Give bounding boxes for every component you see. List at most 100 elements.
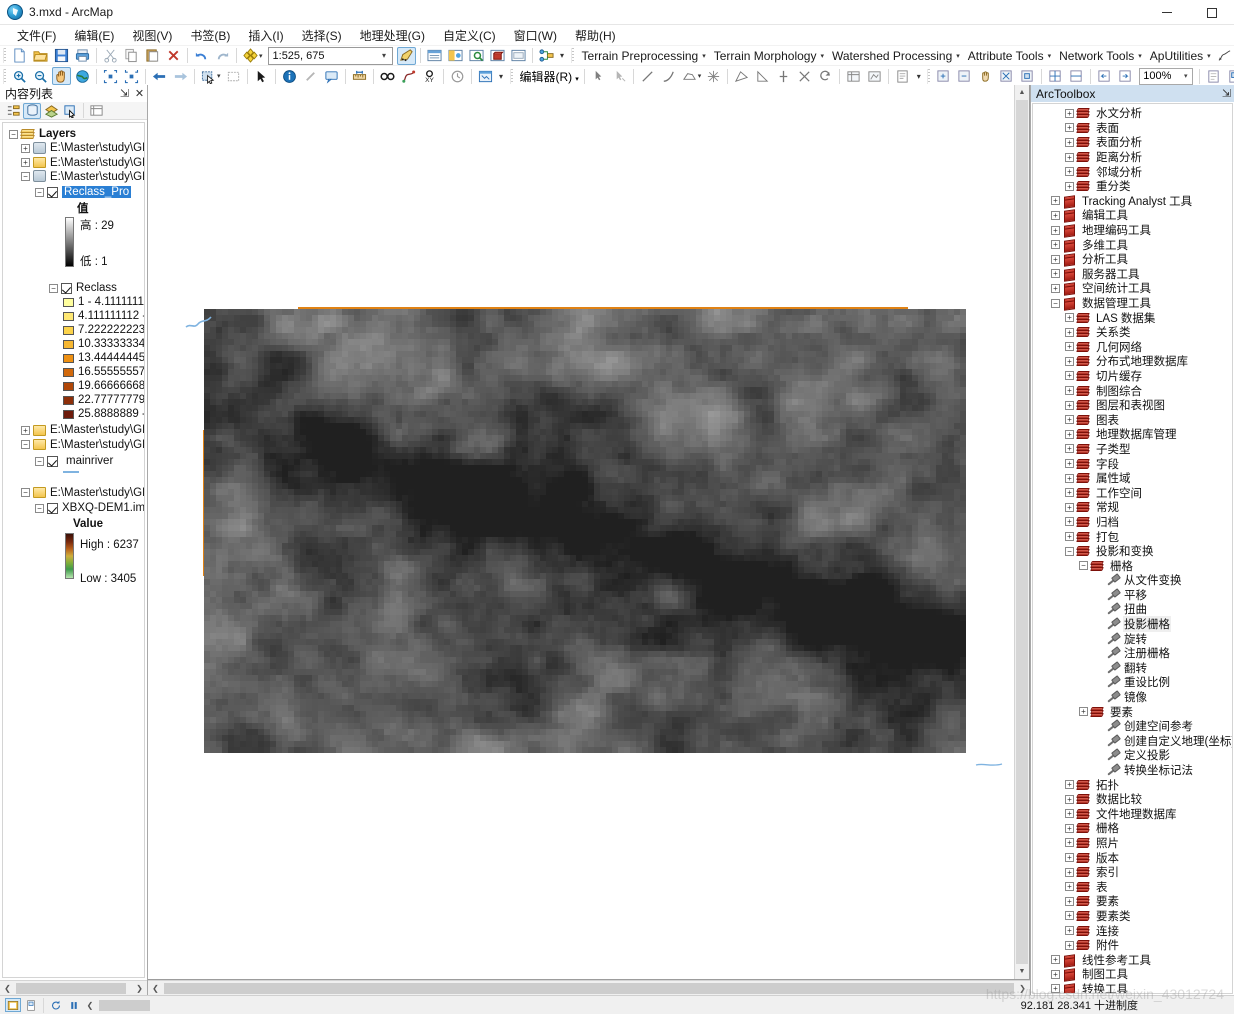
- toolbox-tree-item[interactable]: 从文件变换: [1033, 573, 1232, 588]
- toc-item-group-1[interactable]: + E:\Master\study\GIS\结: [3, 155, 144, 169]
- expander-icon[interactable]: −: [35, 187, 44, 197]
- toolbox-tree-item[interactable]: + 表面: [1033, 121, 1232, 136]
- split-button[interactable]: [774, 67, 793, 85]
- expander-icon[interactable]: +: [1051, 269, 1060, 279]
- toolbox-tree-item[interactable]: 扭曲: [1033, 602, 1232, 617]
- html-popup-button[interactable]: [322, 67, 341, 85]
- toolbox-tree-item[interactable]: + 附件: [1033, 938, 1232, 953]
- edit-tool-button[interactable]: [589, 67, 608, 85]
- dataframe-scrollbar-thumb[interactable]: [99, 999, 150, 1011]
- toolbox-tree-item[interactable]: + 编辑工具: [1033, 208, 1232, 224]
- toolbox-tree-item[interactable]: + 连接: [1033, 923, 1232, 938]
- toolbox-tree-item[interactable]: 镜像: [1033, 690, 1232, 705]
- expander-icon[interactable]: +: [1065, 853, 1074, 863]
- expander-icon[interactable]: +: [1051, 969, 1060, 979]
- layer-visibility-checkbox[interactable]: [47, 502, 58, 514]
- toolbox-tree-item[interactable]: 翻转: [1033, 661, 1232, 676]
- chevron-down-icon[interactable]: ▾: [377, 48, 392, 64]
- add-data-button[interactable]: [241, 47, 260, 65]
- menu-bookmarks[interactable]: 书签(B): [181, 25, 239, 46]
- map-horizontal-scrollbar[interactable]: ❮ ❯: [148, 980, 1030, 995]
- expander-icon[interactable]: +: [1065, 502, 1074, 512]
- menu-help[interactable]: 帮助(H): [566, 25, 625, 46]
- expander-icon[interactable]: +: [1051, 240, 1060, 250]
- data-view-button[interactable]: [5, 998, 21, 1012]
- expander-icon[interactable]: +: [1065, 488, 1074, 498]
- layout-zoom-out-button[interactable]: [955, 67, 974, 85]
- toolbox-tree-item[interactable]: + 数据比较: [1033, 792, 1232, 807]
- save-button[interactable]: [52, 47, 71, 65]
- expander-icon[interactable]: +: [1065, 867, 1074, 877]
- expander-icon[interactable]: +: [1065, 794, 1074, 804]
- cut-button[interactable]: [101, 47, 120, 65]
- expander-icon[interactable]: +: [1065, 459, 1074, 469]
- zoom-out-button[interactable]: [31, 67, 50, 85]
- toolbox-tree-item[interactable]: 旋转: [1033, 631, 1232, 646]
- arctoolbox-tree[interactable]: + 水文分析 + 表面 + 表面分析 + 距离分析 + 邻域分析 + 重分类 + Tracking Ana…: [1032, 103, 1233, 994]
- focus-data-frame-button[interactable]: [1225, 67, 1234, 85]
- toc-item-group-river[interactable]: − E:\Master\study\GIS\结: [3, 437, 144, 451]
- go-to-xy-button[interactable]: XY: [420, 67, 439, 85]
- expander-icon[interactable]: +: [1065, 473, 1074, 483]
- expander-icon[interactable]: +: [1051, 196, 1060, 206]
- expander-icon[interactable]: +: [1065, 327, 1074, 337]
- toc-layer-mainriver[interactable]: − mainriver: [3, 454, 144, 468]
- open-map-button[interactable]: [31, 47, 50, 65]
- toolbox-tree-item[interactable]: − 投影和变换: [1033, 544, 1232, 559]
- toolbox-tree-item[interactable]: + 图表: [1033, 412, 1232, 427]
- toolbox-tree-item[interactable]: 投影栅格: [1033, 616, 1232, 633]
- full-extent-button[interactable]: [73, 67, 92, 85]
- search-button[interactable]: [467, 47, 486, 65]
- identify-button[interactable]: [280, 67, 299, 85]
- measure-button[interactable]: [350, 67, 369, 85]
- editor-overflow-button[interactable]: ▾: [913, 67, 924, 85]
- toolbox-tree-item[interactable]: + 要素: [1033, 894, 1232, 909]
- toolbar-grip[interactable]: [3, 68, 6, 84]
- tools-overflow-button[interactable]: ▾: [496, 67, 507, 85]
- menu-window[interactable]: 窗口(W): [505, 25, 566, 46]
- toolbox-tree-item[interactable]: 平移: [1033, 588, 1232, 603]
- expander-icon[interactable]: −: [9, 129, 18, 139]
- layer-visibility-checkbox[interactable]: [61, 282, 72, 294]
- toc-layer-reclass[interactable]: − Reclass: [3, 281, 144, 295]
- expander-icon[interactable]: +: [1065, 882, 1074, 892]
- reclass-legend-item[interactable]: 4.111111112 - 7.2: [3, 309, 144, 323]
- toolbox-tree-item[interactable]: + 字段: [1033, 456, 1232, 471]
- time-slider-button[interactable]: [448, 67, 467, 85]
- expander-icon[interactable]: +: [1065, 823, 1074, 833]
- reclass-legend-item[interactable]: 16.55555557 - 19: [3, 365, 144, 379]
- toc-root-layers[interactable]: − Layers: [3, 127, 144, 141]
- refresh-button[interactable]: [48, 998, 64, 1012]
- menu-edit[interactable]: 编辑(E): [65, 25, 123, 46]
- table-of-contents-button[interactable]: [425, 47, 444, 65]
- expander-icon[interactable]: −: [21, 487, 30, 497]
- expander-icon[interactable]: −: [21, 171, 30, 181]
- expander-icon[interactable]: +: [1065, 137, 1074, 147]
- scroll-right-icon[interactable]: ❯: [1015, 984, 1030, 993]
- toggle-draft-mode-button[interactable]: [1204, 67, 1223, 85]
- map-display[interactable]: ▲ ▼: [148, 85, 1030, 980]
- find-button[interactable]: [378, 67, 397, 85]
- toolbox-tree-item[interactable]: + 要素类: [1033, 909, 1232, 924]
- expander-icon[interactable]: +: [1065, 429, 1074, 439]
- minimize-button[interactable]: [1144, 0, 1189, 25]
- toolbox-tree-item[interactable]: + 子类型: [1033, 442, 1232, 457]
- zoom-in-button[interactable]: [10, 67, 29, 85]
- toolbox-tree-item[interactable]: + 表面分析: [1033, 135, 1232, 150]
- expander-icon[interactable]: +: [1065, 532, 1074, 542]
- prev-dataframe-button[interactable]: ❮: [83, 1001, 97, 1010]
- toolbox-tree-item[interactable]: − 栅格: [1033, 558, 1232, 573]
- toc-horizontal-scrollbar[interactable]: ❮ ❯: [0, 980, 147, 995]
- toolbox-tree-item[interactable]: + 归档: [1033, 515, 1232, 530]
- reclass-legend-item[interactable]: 1 - 4.111111111: [3, 295, 144, 309]
- layout-zoom-in-button[interactable]: [934, 67, 953, 85]
- layout-back-button[interactable]: [1095, 67, 1114, 85]
- expander-icon[interactable]: +: [1065, 517, 1074, 527]
- back-extent-button[interactable]: [150, 67, 169, 85]
- toolbox-tree-item[interactable]: + 属性域: [1033, 471, 1232, 486]
- zoom-page-width-button[interactable]: [1067, 67, 1086, 85]
- pin-icon[interactable]: ⇲: [117, 87, 132, 100]
- expander-icon[interactable]: +: [1065, 356, 1074, 366]
- scroll-right-icon[interactable]: ❯: [132, 984, 147, 993]
- toolbox-tree-item[interactable]: 定义投影: [1033, 748, 1232, 763]
